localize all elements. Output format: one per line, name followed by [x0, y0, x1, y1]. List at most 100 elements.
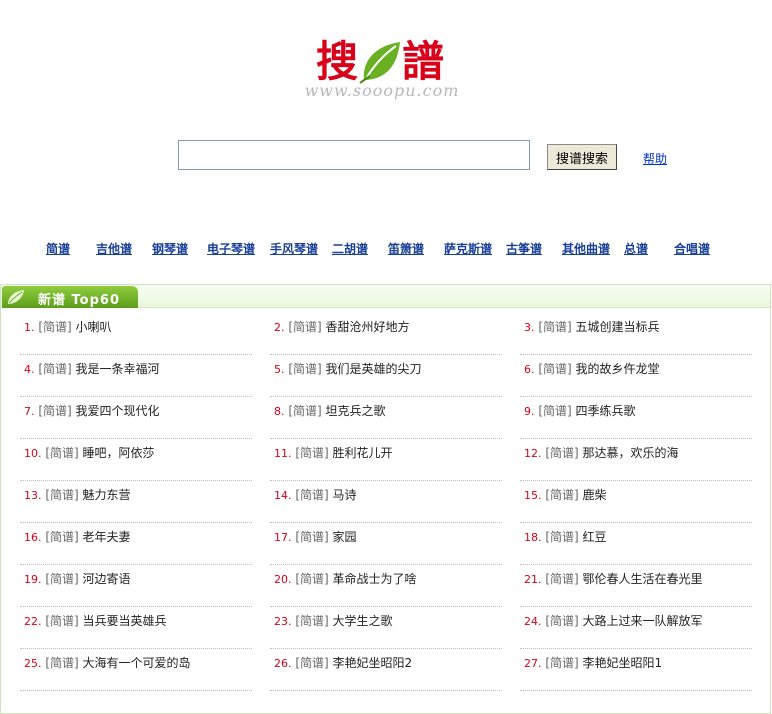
list-item[interactable]: 1. [简谱] 小喇叭 [20, 313, 252, 355]
item-tag[interactable]: [简谱] [288, 320, 321, 334]
list-item[interactable]: 26. [简谱] 李艳妃坐昭阳2 [270, 649, 502, 691]
item-title[interactable]: 五城创建当标兵 [576, 320, 660, 334]
category-link-score[interactable]: 总谱 [624, 240, 648, 257]
item-title[interactable]: 革命战士为了啥 [333, 572, 417, 586]
list-item[interactable]: 15. [简谱] 鹿柴 [520, 481, 752, 523]
list-item[interactable]: 19. [简谱] 河边寄语 [20, 565, 252, 607]
list-item[interactable]: 5. [简谱] 我们是英雄的尖刀 [270, 355, 502, 397]
list-item[interactable]: 7. [简谱] 我爱四个现代化 [20, 397, 252, 439]
item-tag[interactable]: [简谱] [538, 404, 571, 418]
item-tag[interactable]: [简谱] [545, 614, 578, 628]
item-title[interactable]: 李艳妃坐昭阳1 [583, 656, 663, 670]
item-tag[interactable]: [简谱] [295, 488, 328, 502]
item-tag[interactable]: [简谱] [45, 614, 78, 628]
item-title[interactable]: 睡吧，阿依莎 [83, 446, 155, 460]
item-tag[interactable]: [简谱] [295, 614, 328, 628]
list-item[interactable]: 17. [简谱] 家园 [270, 523, 502, 565]
list-item[interactable]: 22. [简谱] 当兵要当英雄兵 [20, 607, 252, 649]
item-tag[interactable]: [简谱] [295, 656, 328, 670]
item-tag[interactable]: [简谱] [38, 320, 71, 334]
list-item[interactable]: 2. [简谱] 香甜沧州好地方 [270, 313, 502, 355]
item-tag[interactable]: [简谱] [538, 320, 571, 334]
list-item[interactable]: 12. [简谱] 那达慕，欢乐的海 [520, 439, 752, 481]
item-tag[interactable]: [简谱] [295, 530, 328, 544]
search-input[interactable] [178, 140, 530, 170]
item-title[interactable]: 大路上过来一队解放军 [583, 614, 703, 628]
category-link-guzheng[interactable]: 古筝谱 [506, 240, 542, 257]
item-title[interactable]: 红豆 [583, 530, 607, 544]
category-link-guitar[interactable]: 吉他谱 [96, 240, 132, 257]
item-title[interactable]: 我的故乡仵龙堂 [576, 362, 660, 376]
item-title[interactable]: 河边寄语 [83, 572, 131, 586]
item-title[interactable]: 坦克兵之歌 [326, 404, 386, 418]
item-tag[interactable]: [简谱] [545, 530, 578, 544]
item-tag[interactable]: [简谱] [545, 446, 578, 460]
item-title[interactable]: 小喇叭 [76, 320, 112, 334]
item-title[interactable]: 那达慕，欢乐的海 [583, 446, 679, 460]
item-tag[interactable]: [简谱] [45, 530, 78, 544]
list-item[interactable]: 11. [简谱] 胜利花儿开 [270, 439, 502, 481]
help-link[interactable]: 帮助 [643, 150, 667, 167]
list-item[interactable]: 23. [简谱] 大学生之歌 [270, 607, 502, 649]
item-title[interactable]: 大学生之歌 [333, 614, 393, 628]
category-link-other[interactable]: 其他曲谱 [562, 240, 610, 257]
list-item[interactable]: 14. [简谱] 马诗 [270, 481, 502, 523]
item-tag[interactable]: [简谱] [545, 488, 578, 502]
item-number: 17. [274, 531, 292, 544]
list-item[interactable]: 20. [简谱] 革命战士为了啥 [270, 565, 502, 607]
item-tag[interactable]: [简谱] [545, 656, 578, 670]
list-item[interactable]: 9. [简谱] 四季练兵歌 [520, 397, 752, 439]
list-item[interactable]: 18. [简谱] 红豆 [520, 523, 752, 565]
category-link-jianpu[interactable]: 简谱 [46, 240, 70, 257]
category-link-saxophone[interactable]: 萨克斯谱 [444, 240, 492, 257]
category-link-keyboard[interactable]: 电子琴谱 [207, 240, 255, 257]
category-link-chorus[interactable]: 合唱谱 [674, 240, 710, 257]
item-tag[interactable]: [简谱] [538, 362, 571, 376]
list-item[interactable]: 6. [简谱] 我的故乡仵龙堂 [520, 355, 752, 397]
list-item[interactable]: 25. [简谱] 大海有一个可爱的岛 [20, 649, 252, 691]
item-tag[interactable]: [简谱] [288, 404, 321, 418]
category-link-erhu[interactable]: 二胡谱 [332, 240, 368, 257]
item-tag[interactable]: [简谱] [45, 572, 78, 586]
item-title[interactable]: 香甜沧州好地方 [326, 320, 410, 334]
item-title[interactable]: 鄂伦春人生活在春光里 [583, 572, 703, 586]
leaf-icon [8, 290, 24, 304]
item-number: 8. [274, 405, 285, 418]
item-tag[interactable]: [简谱] [45, 656, 78, 670]
logo-text-right: 譜 [402, 37, 445, 86]
item-title[interactable]: 李艳妃坐昭阳2 [333, 656, 413, 670]
item-title[interactable]: 胜利花儿开 [333, 446, 393, 460]
item-tag[interactable]: [简谱] [295, 572, 328, 586]
item-tag[interactable]: [简谱] [45, 446, 78, 460]
item-tag[interactable]: [简谱] [38, 362, 71, 376]
item-title[interactable]: 马诗 [333, 488, 357, 502]
list-item[interactable]: 27. [简谱] 李艳妃坐昭阳1 [520, 649, 752, 691]
item-title[interactable]: 当兵要当英雄兵 [83, 614, 167, 628]
item-title[interactable]: 家园 [333, 530, 357, 544]
item-title[interactable]: 我是一条幸福河 [76, 362, 160, 376]
list-item[interactable]: 8. [简谱] 坦克兵之歌 [270, 397, 502, 439]
list-item[interactable]: 24. [简谱] 大路上过来一队解放军 [520, 607, 752, 649]
item-title[interactable]: 老年夫妻 [83, 530, 131, 544]
item-tag[interactable]: [简谱] [38, 404, 71, 418]
item-title[interactable]: 我爱四个现代化 [76, 404, 160, 418]
item-title[interactable]: 我们是英雄的尖刀 [326, 362, 422, 376]
list-item[interactable]: 4. [简谱] 我是一条幸福河 [20, 355, 252, 397]
category-link-piano[interactable]: 钢琴谱 [152, 240, 188, 257]
item-title[interactable]: 大海有一个可爱的岛 [83, 656, 191, 670]
item-title[interactable]: 鹿柴 [583, 488, 607, 502]
list-item[interactable]: 21. [简谱] 鄂伦春人生活在春光里 [520, 565, 752, 607]
item-tag[interactable]: [简谱] [288, 362, 321, 376]
item-tag[interactable]: [简谱] [295, 446, 328, 460]
item-title[interactable]: 四季练兵歌 [576, 404, 636, 418]
list-item[interactable]: 10. [简谱] 睡吧，阿依莎 [20, 439, 252, 481]
category-link-accordion[interactable]: 手风琴谱 [270, 240, 318, 257]
item-title[interactable]: 魅力东营 [83, 488, 131, 502]
item-tag[interactable]: [简谱] [545, 572, 578, 586]
list-item[interactable]: 16. [简谱] 老年夫妻 [20, 523, 252, 565]
list-item[interactable]: 13. [简谱] 魅力东营 [20, 481, 252, 523]
list-item[interactable]: 3. [简谱] 五城创建当标兵 [520, 313, 752, 355]
item-tag[interactable]: [简谱] [45, 488, 78, 502]
search-button[interactable]: 搜谱搜索 [547, 144, 617, 170]
category-link-dixiao[interactable]: 笛箫谱 [388, 240, 424, 257]
